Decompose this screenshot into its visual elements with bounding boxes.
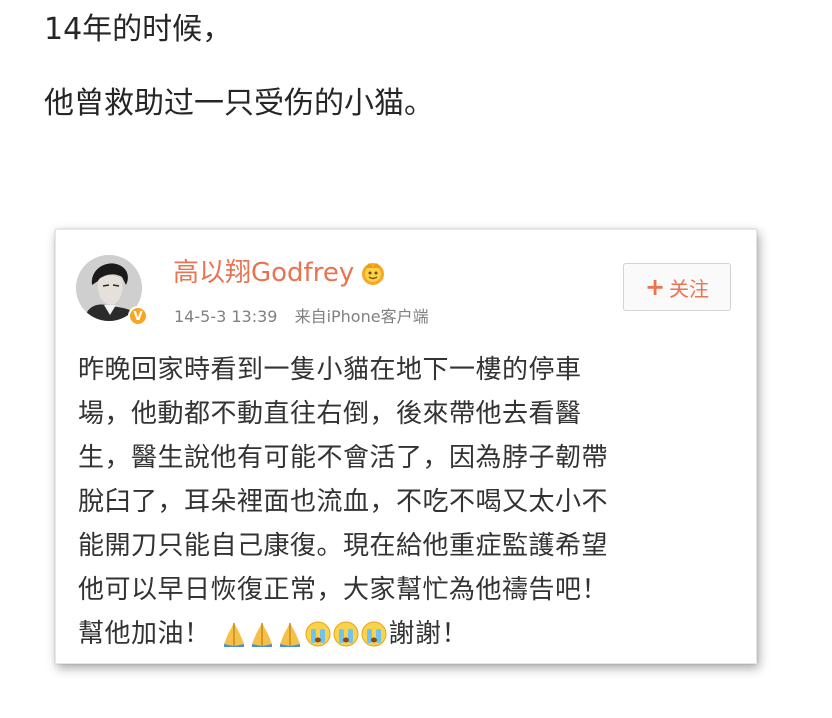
post-line: 他可以早日恢復正常，大家幫忙為他禱告吧！ <box>78 575 609 605</box>
post-line: 能開刀只能自己康復。現在給他重症監護希望 <box>78 531 609 561</box>
post-source: 来自iPhone客户端 <box>294 307 429 326</box>
post-line-end: 謝謝！ <box>388 619 469 649</box>
praying-hands-icon <box>221 620 247 648</box>
plus-icon: + <box>644 273 666 301</box>
post-line: 生，醫生說他有可能不會活了，因為脖子韌帶 <box>78 443 609 473</box>
crying-face-icon <box>361 620 387 648</box>
intro-line-1: 14年的时候， <box>44 12 233 47</box>
follow-label: 关注 <box>669 276 710 301</box>
praying-hands-icon <box>277 620 303 648</box>
intro-line-2: 他曾救助过一只受伤的小猫。 <box>44 86 434 121</box>
post-line: 昨晚回家時看到一隻小貓在地下一樓的停車 <box>78 355 582 385</box>
post-line-start: 幫他加油！ <box>78 619 211 649</box>
crying-face-icon <box>305 620 331 648</box>
username-row: 高以翔Godfrey <box>173 256 386 290</box>
post-line: 場，他動都不動直往右倒，後來帶他去看醫 <box>78 399 582 429</box>
verified-badge-icon: V <box>128 306 148 326</box>
post-body: 昨晚回家時看到一隻小貓在地下一樓的停車 場，他動都不動直往右倒，後來帶他去看醫 … <box>78 348 738 656</box>
post-line: 脫臼了，耳朵裡面也流血，不吃不喝又太小不 <box>78 487 609 517</box>
weibo-post-card: V 高以翔Godfrey 14-5-3 13:39 来自iPhone客户端 + … <box>55 229 757 664</box>
post-timestamp[interactable]: 14-5-3 13:39 <box>174 307 277 326</box>
vip-crown-icon <box>360 260 386 286</box>
username[interactable]: 高以翔Godfrey <box>173 256 354 290</box>
follow-button[interactable]: + 关注 <box>623 263 731 311</box>
crying-face-icon <box>333 620 359 648</box>
post-line-last: 幫他加油！ 謝謝！ <box>78 612 738 656</box>
post-meta: 14-5-3 13:39 来自iPhone客户端 <box>174 303 429 327</box>
praying-hands-icon <box>249 620 275 648</box>
